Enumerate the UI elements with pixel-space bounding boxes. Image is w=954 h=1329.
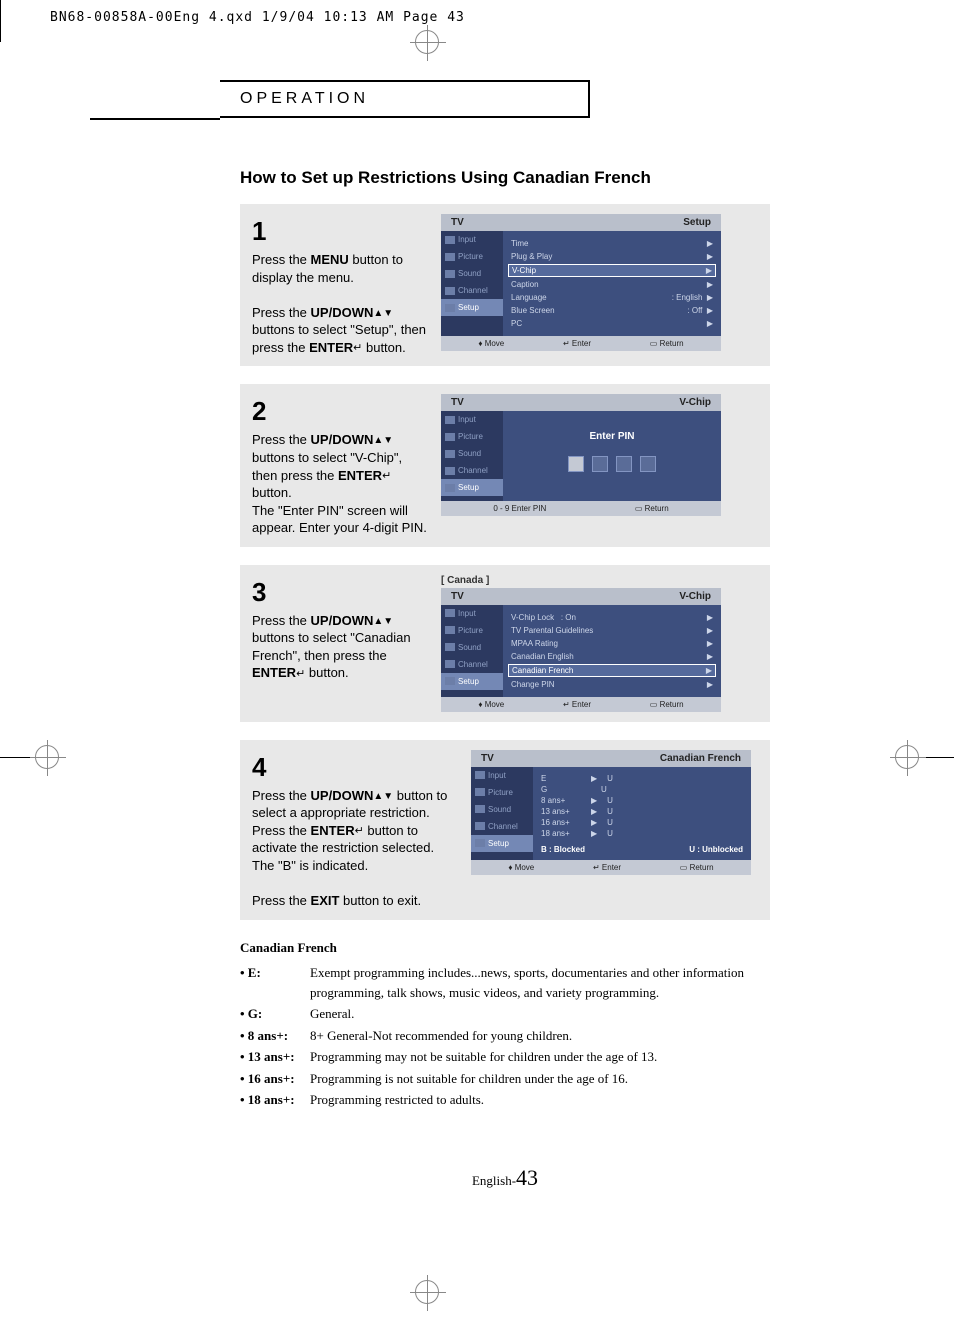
registration-mark (415, 30, 439, 54)
step-1: 1 Press the MENU button to display the m… (240, 204, 770, 366)
definition-row: • 13 ans+:Programming may not be suitabl… (240, 1047, 770, 1067)
section-header: OPERATION (220, 80, 590, 118)
instruction: Press the UP/DOWN▲▼ buttons to select "C… (252, 613, 411, 681)
instruction: Press the UP/DOWN▲▼ buttons to select "V… (252, 432, 402, 500)
enter-pin-label: Enter PIN (511, 431, 713, 442)
osd-title-right: V-Chip (679, 397, 711, 408)
osd-context: [ Canada ] (441, 575, 758, 586)
rating-row: E▶U (541, 773, 743, 784)
section-title: OPERATION (220, 90, 369, 108)
page-title: How to Set up Restrictions Using Canadia… (240, 168, 770, 188)
step-2: 2 Press the UP/DOWN▲▼ buttons to select … (240, 384, 770, 546)
rating-grid: E▶UGU8 ans+▶U13 ans+▶U16 ans+▶U18 ans+▶U (541, 773, 743, 839)
rating-row: 16 ans+▶U (541, 817, 743, 828)
osd-sidebar: Input Picture Sound Channel Setup (471, 767, 533, 860)
definition-row: • E:Exempt programming includes...news, … (240, 963, 770, 1002)
osd-screenshot-pin: TV V-Chip Input Picture Sound Channel Se… (441, 394, 758, 516)
rating-row: GU (541, 784, 743, 795)
crop-mark (0, 0, 1, 42)
page-number: English-43 (240, 1165, 770, 1191)
osd-screenshot-canadian-french: TV Canadian French Input Picture Sound C… (471, 750, 758, 875)
registration-mark (415, 1280, 439, 1304)
instruction: Press the MENU button to display the men… (252, 252, 403, 285)
registration-mark (895, 745, 919, 769)
step-number: 3 (252, 575, 427, 610)
osd-title-right: Setup (683, 217, 711, 228)
step-number: 1 (252, 214, 427, 249)
osd-title-right: Canadian French (660, 753, 741, 764)
definition-row: • 18 ans+:Programming restricted to adul… (240, 1090, 770, 1110)
prepress-header: BN68-00858A-00Eng 4.qxd 1/9/04 10:13 AM … (50, 10, 465, 25)
definition-row: • 16 ans+:Programming is not suitable fo… (240, 1069, 770, 1089)
osd-sidebar: Input Picture Sound Channel Setup (441, 411, 503, 501)
osd-title-left: TV (451, 591, 464, 602)
definitions: Canadian French • E:Exempt programming i… (240, 938, 770, 1110)
osd-screenshot-vchip: [ Canada ] TV V-Chip Input Picture Sound… (441, 575, 758, 712)
osd-sidebar: Input Picture Sound Channel Setup (441, 231, 503, 336)
definition-row: • 8 ans+:8+ General-Not recommended for … (240, 1026, 770, 1046)
legend-blocked: B : Blocked (541, 845, 585, 854)
osd-title-right: V-Chip (679, 591, 711, 602)
step-3: 3 Press the UP/DOWN▲▼ buttons to select … (240, 565, 770, 722)
instruction: Press the EXIT button to exit. (252, 893, 421, 908)
rating-row: 18 ans+▶U (541, 828, 743, 839)
enter-icon: ↵ (355, 824, 364, 839)
instruction: Press the ENTER↵ button to activate the … (252, 823, 434, 873)
osd-screenshot-setup: TV Setup Input Picture Sound Channel Set… (441, 214, 758, 351)
rating-row: 13 ans+▶U (541, 806, 743, 817)
updown-icon: ▲▼ (373, 790, 393, 804)
enter-icon: ↵ (296, 667, 305, 682)
step-number: 2 (252, 394, 427, 429)
osd-sidebar: Input Picture Sound Channel Setup (441, 605, 503, 697)
instruction: The "Enter PIN" screen will appear. Ente… (252, 503, 427, 536)
legend-unblocked: U : Unblocked (689, 845, 743, 854)
instruction: Press the UP/DOWN▲▼ buttons to select "S… (252, 305, 426, 355)
registration-mark (35, 745, 59, 769)
osd-title-left: TV (451, 397, 464, 408)
osd-title-left: TV (481, 753, 494, 764)
updown-icon: ▲▼ (373, 307, 393, 321)
definition-row: • G:General. (240, 1004, 770, 1024)
updown-icon: ▲▼ (373, 434, 393, 448)
rating-row: 8 ans+▶U (541, 795, 743, 806)
definitions-title: Canadian French (240, 938, 770, 958)
instruction: Press the UP/DOWN▲▼ button to select a a… (252, 788, 447, 821)
enter-icon: ↵ (382, 469, 391, 484)
step-number: 4 (252, 750, 457, 785)
pin-input (511, 456, 713, 472)
step-4: 4 Press the UP/DOWN▲▼ button to select a… (240, 740, 770, 920)
osd-title-left: TV (451, 217, 464, 228)
updown-icon: ▲▼ (373, 615, 393, 629)
enter-icon: ↵ (353, 341, 362, 356)
